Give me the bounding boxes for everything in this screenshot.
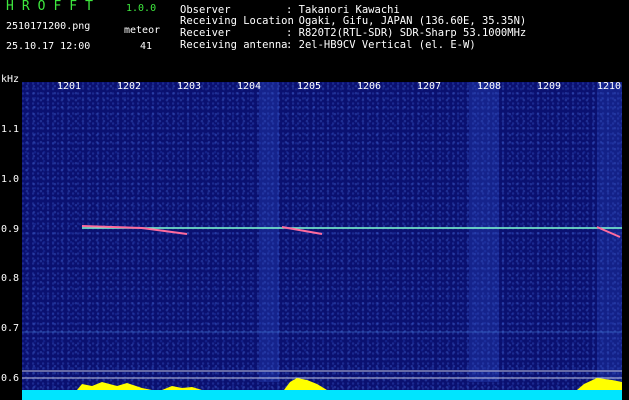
y-tick-label: 0.7: [1, 323, 20, 334]
histogram-base: [22, 390, 622, 400]
spectrogram-overlay: [22, 82, 622, 400]
x-tick-label: 1202: [117, 81, 142, 92]
x-tick-label: 1203: [177, 81, 202, 92]
histogram-peak: [77, 382, 152, 390]
noise-band: [259, 82, 279, 382]
date-time: 25.10.17 12:00: [6, 41, 91, 52]
info-value-location: : Ogaki, Gifu, JAPAN (136.60E, 35.35N): [286, 15, 527, 27]
y-axis-unit: kHz: [1, 74, 20, 85]
meteor-count: 41: [140, 41, 153, 52]
info-key-antenna: Receiving antenna: [180, 39, 288, 51]
x-tick-label: 1205: [297, 81, 322, 92]
noise-band: [469, 82, 499, 382]
y-tick-label: 0.6: [1, 373, 20, 384]
header-panel: HROFFT 1.0.0 2510171200.png meteor 25.10…: [0, 0, 629, 72]
meteor-trace: [81, 225, 188, 235]
x-tick-label: 1208: [477, 81, 502, 92]
meteor-label: meteor: [124, 25, 161, 36]
x-tick-label: 1201: [57, 81, 82, 92]
y-tick-label: 1.0: [1, 174, 20, 185]
app-version: 1.0.0: [126, 3, 157, 14]
histogram-peak: [284, 378, 327, 390]
app-name: HROFFT: [6, 0, 101, 14]
info-key-receiver: Receiver: [180, 27, 231, 39]
y-tick-label: 1.1: [1, 124, 20, 135]
x-tick-label: 1206: [357, 81, 382, 92]
y-tick-label: 0.8: [1, 273, 20, 284]
histogram-peak: [162, 386, 202, 390]
x-tick-label: 1207: [417, 81, 442, 92]
x-tick-label: 1209: [537, 81, 562, 92]
x-tick-label: 1204: [237, 81, 262, 92]
y-tick-label: 0.9: [1, 224, 20, 235]
spectrogram-plot: [22, 82, 622, 400]
info-key-location: Receiving Location: [180, 15, 294, 27]
info-value-receiver: : R820T2(RTL-SDR) SDR-Sharp 53.1000MHz: [286, 27, 527, 39]
x-tick-label: 1210: [597, 81, 622, 92]
file-name: 2510171200.png: [6, 21, 91, 32]
info-value-antenna: : 2el-HB9CV Vertical (el. E-W): [286, 39, 476, 51]
